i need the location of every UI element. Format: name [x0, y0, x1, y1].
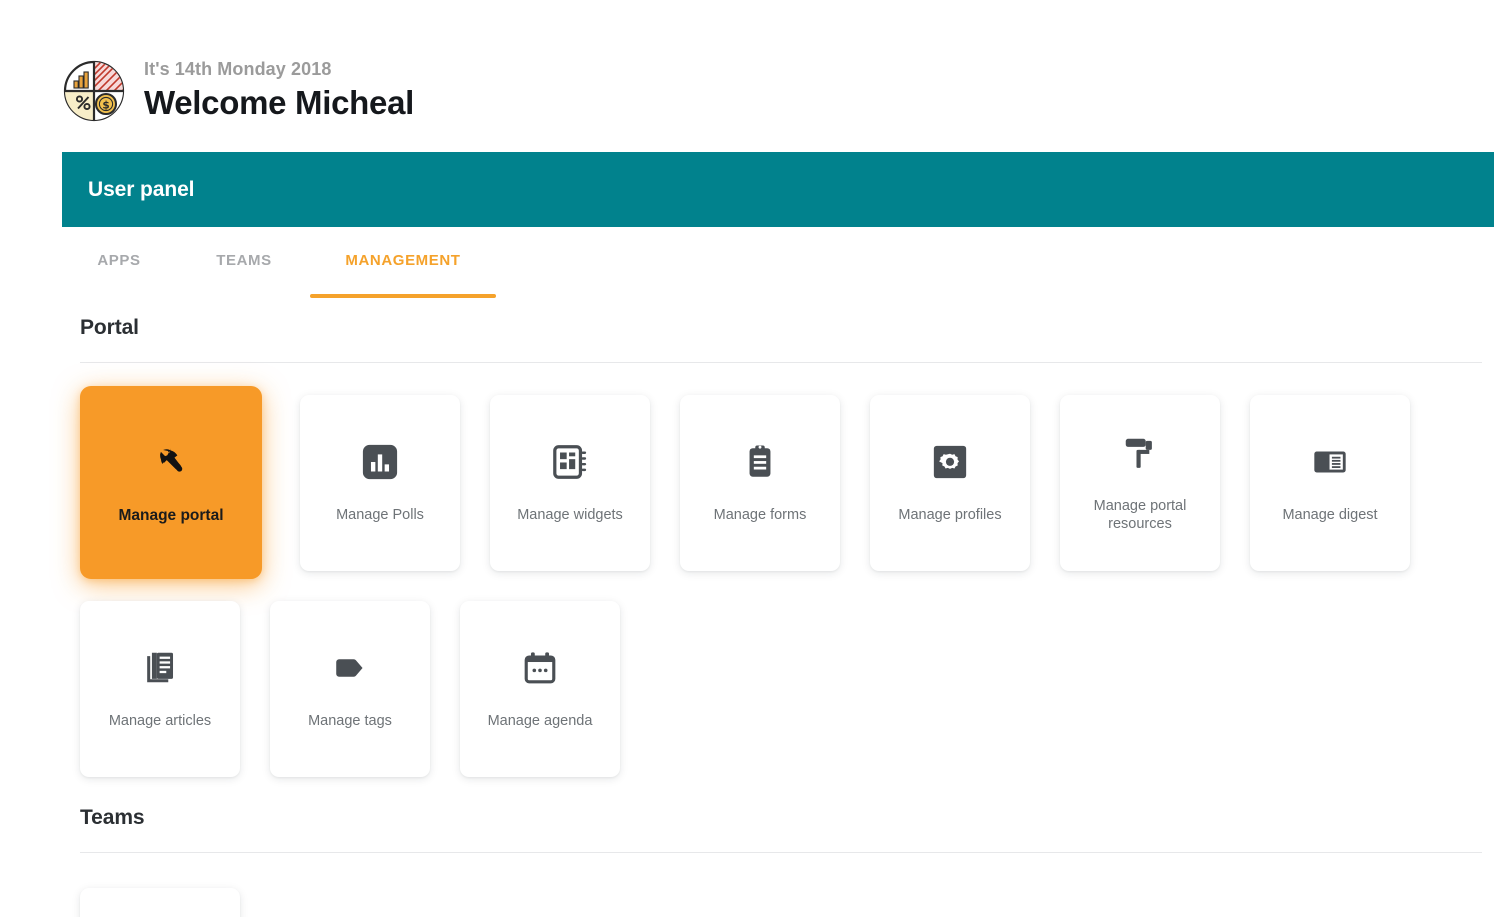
- card-label: Manage widgets: [517, 507, 623, 523]
- paint-roller-icon: [1120, 433, 1160, 473]
- card-label: Manage portal resources: [1093, 498, 1187, 532]
- card-manage-widgets[interactable]: Manage widgets: [490, 395, 650, 571]
- card-manage-tags[interactable]: Manage tags: [270, 601, 430, 777]
- user-panel-title: User panel: [88, 177, 195, 201]
- card-label: Manage digest: [1282, 507, 1378, 523]
- card-teams-first[interactable]: [80, 888, 240, 917]
- tab-management[interactable]: MANAGEMENT: [310, 236, 496, 298]
- finance-pie-logo-icon: $: [62, 59, 126, 123]
- svg-text:$: $: [102, 99, 109, 111]
- card-manage-articles[interactable]: Manage articles: [80, 601, 240, 777]
- tab-management-label: MANAGEMENT: [345, 252, 461, 269]
- section-divider-teams: [80, 852, 1482, 853]
- tab-bar: APPS TEAMS MANAGEMENT: [62, 236, 1494, 298]
- card-label: Manage Polls: [336, 507, 424, 523]
- greeting-date: It's 14th Monday 2018: [144, 59, 332, 79]
- portal-card-grid: Manage portal Manage Polls Manage widget…: [80, 386, 1482, 777]
- card-label: Manage portal: [118, 506, 224, 524]
- card-label: Manage articles: [108, 713, 212, 729]
- tab-apps[interactable]: APPS: [62, 236, 176, 298]
- section-title-portal: Portal: [80, 316, 139, 339]
- card-label: Manage forms: [713, 507, 807, 523]
- card-manage-portal-resources[interactable]: Manage portal resources: [1060, 395, 1220, 571]
- card-manage-polls[interactable]: Manage Polls: [300, 395, 460, 571]
- greeting-block: It's 14th Monday 2018 Welcome Micheal: [144, 58, 414, 123]
- page-header: $ It's 14th Monday 2018 Welcome Micheal: [62, 58, 414, 123]
- user-panel-bar: User panel: [62, 152, 1494, 227]
- bar-chart-icon: [360, 442, 400, 482]
- gear-icon: [930, 442, 970, 482]
- calendar-icon: [520, 648, 560, 688]
- wrench-icon: [151, 441, 191, 481]
- user-panel-page: $ It's 14th Monday 2018 Welcome Micheal …: [0, 0, 1494, 917]
- card-label: Manage profiles: [898, 507, 1002, 523]
- tab-apps-label: APPS: [97, 252, 141, 269]
- widgets-grid-icon: [550, 442, 590, 482]
- tab-teams[interactable]: TEAMS: [182, 236, 306, 298]
- card-manage-profiles[interactable]: Manage profiles: [870, 395, 1030, 571]
- digest-news-icon: [1310, 442, 1350, 482]
- card-label: Manage agenda: [487, 713, 593, 729]
- card-label: Manage tags: [308, 713, 392, 729]
- card-manage-forms[interactable]: Manage forms: [680, 395, 840, 571]
- card-manage-portal[interactable]: Manage portal: [80, 386, 262, 579]
- tab-teams-label: TEAMS: [216, 252, 272, 269]
- articles-icon: [140, 648, 180, 688]
- card-manage-digest[interactable]: Manage digest: [1250, 395, 1410, 571]
- tag-icon: [330, 648, 370, 688]
- card-manage-agenda[interactable]: Manage agenda: [460, 601, 620, 777]
- section-divider-portal: [80, 362, 1482, 363]
- page-title: Welcome Micheal: [144, 84, 414, 121]
- clipboard-icon: [740, 442, 780, 482]
- section-title-teams: Teams: [80, 806, 145, 829]
